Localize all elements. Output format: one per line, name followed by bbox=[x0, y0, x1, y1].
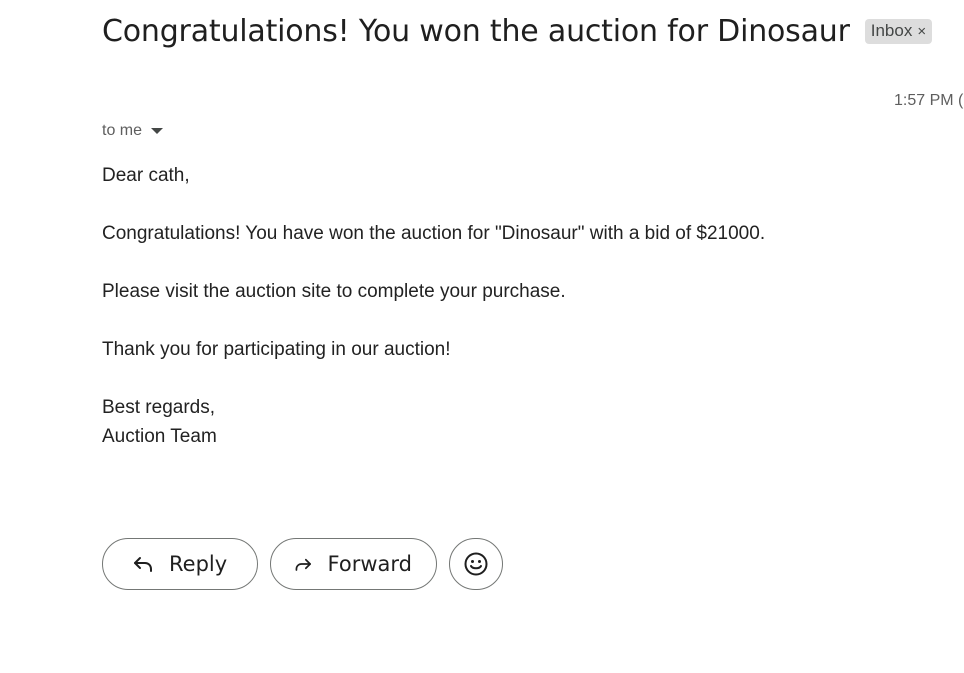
forward-arrow-icon bbox=[295, 558, 311, 571]
email-body: Dear cath, Congratulations! You have won… bbox=[102, 161, 765, 451]
reply-arrow-icon bbox=[134, 557, 152, 572]
caret-down-icon bbox=[151, 128, 164, 134]
body-line: Dear cath, bbox=[102, 165, 190, 186]
body-line: Auction Team bbox=[102, 426, 217, 447]
recipient-text: to me bbox=[102, 122, 143, 139]
reply-actions: Reply Forward bbox=[102, 538, 503, 590]
smiley-face-icon bbox=[464, 552, 488, 576]
remove-label-icon[interactable]: × bbox=[917, 23, 926, 40]
body-line: Please visit the auction site to complet… bbox=[102, 281, 566, 302]
label-text: Inbox bbox=[870, 21, 913, 40]
reply-label: Reply bbox=[169, 552, 228, 576]
recipient-details-toggle[interactable]: to me bbox=[102, 122, 164, 140]
forward-label: Forward bbox=[327, 552, 412, 576]
body-line: Congratulations! You have won the auctio… bbox=[102, 223, 766, 244]
email-timestamp: 1:57 PM ( bbox=[894, 92, 964, 109]
reply-button[interactable]: Reply bbox=[102, 538, 258, 590]
body-line: Thank you for participating in our aucti… bbox=[102, 339, 451, 360]
subject-row: Congratulations! You won the auction for… bbox=[102, 14, 933, 49]
inbox-label-chip[interactable]: Inbox × bbox=[864, 19, 933, 44]
body-line: Best regards, bbox=[102, 397, 215, 418]
email-view: Congratulations! You won the auction for… bbox=[0, 0, 964, 673]
emoji-reaction-button[interactable] bbox=[449, 538, 503, 590]
forward-button[interactable]: Forward bbox=[270, 538, 437, 590]
email-subject: Congratulations! You won the auction for… bbox=[102, 14, 850, 49]
